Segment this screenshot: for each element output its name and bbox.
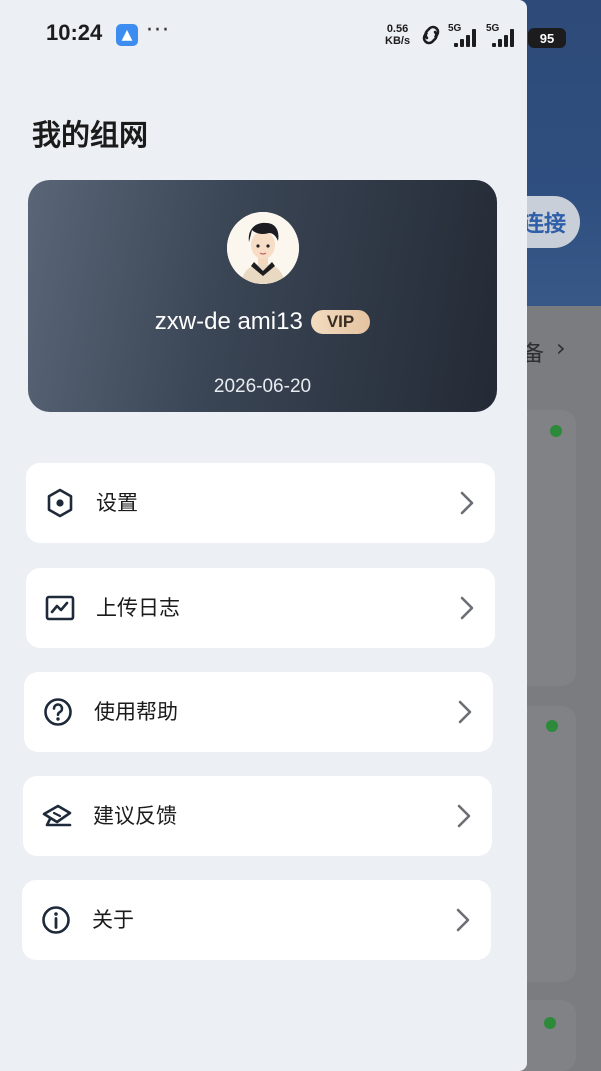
page-title: 我的组网	[32, 118, 149, 152]
username: zxw-de ami13	[154, 308, 303, 335]
menu-item-help[interactable]: 使用帮助	[24, 672, 493, 752]
menu-item-settings[interactable]: 设置	[26, 463, 495, 543]
background-online-dot	[546, 720, 558, 732]
background-connect-label: 连接	[521, 212, 566, 237]
menu-item-label: 建议反馈	[93, 804, 177, 828]
status-bar: 10:24 ▲ ··· 0.56 KB/s 5G 5G 95	[0, 0, 601, 70]
background-online-dot	[550, 425, 562, 437]
network-speed-unit: KB/s	[385, 35, 411, 47]
battery-indicator: 95	[528, 28, 566, 48]
signal-strength-icon-1: 5G	[448, 23, 484, 47]
settings-hexagon-icon	[44, 487, 76, 519]
chevron-right-icon	[456, 802, 472, 830]
profile-card[interactable]: zxw-de ami13 VIP 2026-06-20	[28, 180, 497, 412]
help-question-icon	[42, 696, 74, 728]
notification-app-icon: ▲	[116, 24, 138, 46]
menu-item-feedback[interactable]: 建议反馈	[23, 776, 492, 856]
hotspot-link-icon	[418, 24, 444, 51]
menu-item-label: 关于	[92, 908, 134, 932]
chevron-right-icon	[459, 489, 475, 517]
avatar[interactable]	[227, 212, 299, 284]
vip-badge: VIP	[310, 310, 371, 334]
chevron-right-icon	[457, 698, 473, 726]
vip-expire-date: 2026-06-20	[213, 376, 312, 397]
menu-item-label: 上传日志	[96, 596, 180, 620]
menu-item-upload-log[interactable]: 上传日志	[26, 568, 495, 648]
chevron-right-icon	[459, 594, 475, 622]
background-chevron-icon: ›	[556, 334, 566, 362]
menu-item-label: 使用帮助	[94, 700, 178, 724]
chevron-right-icon	[455, 906, 471, 934]
network-speed: 0.56 KB/s	[385, 23, 410, 47]
network-speed-value: 0.56	[386, 23, 409, 35]
chart-upload-icon	[44, 592, 76, 624]
signal-strength-icon-2: 5G	[486, 23, 522, 47]
menu-item-about[interactable]: 关于	[22, 880, 491, 960]
info-icon	[40, 904, 72, 936]
feedback-envelope-icon	[41, 800, 73, 832]
more-notifications-icon: ···	[146, 18, 170, 43]
status-time: 10:24	[46, 20, 103, 45]
background-online-dot	[544, 1017, 556, 1029]
menu-item-label: 设置	[96, 491, 138, 515]
